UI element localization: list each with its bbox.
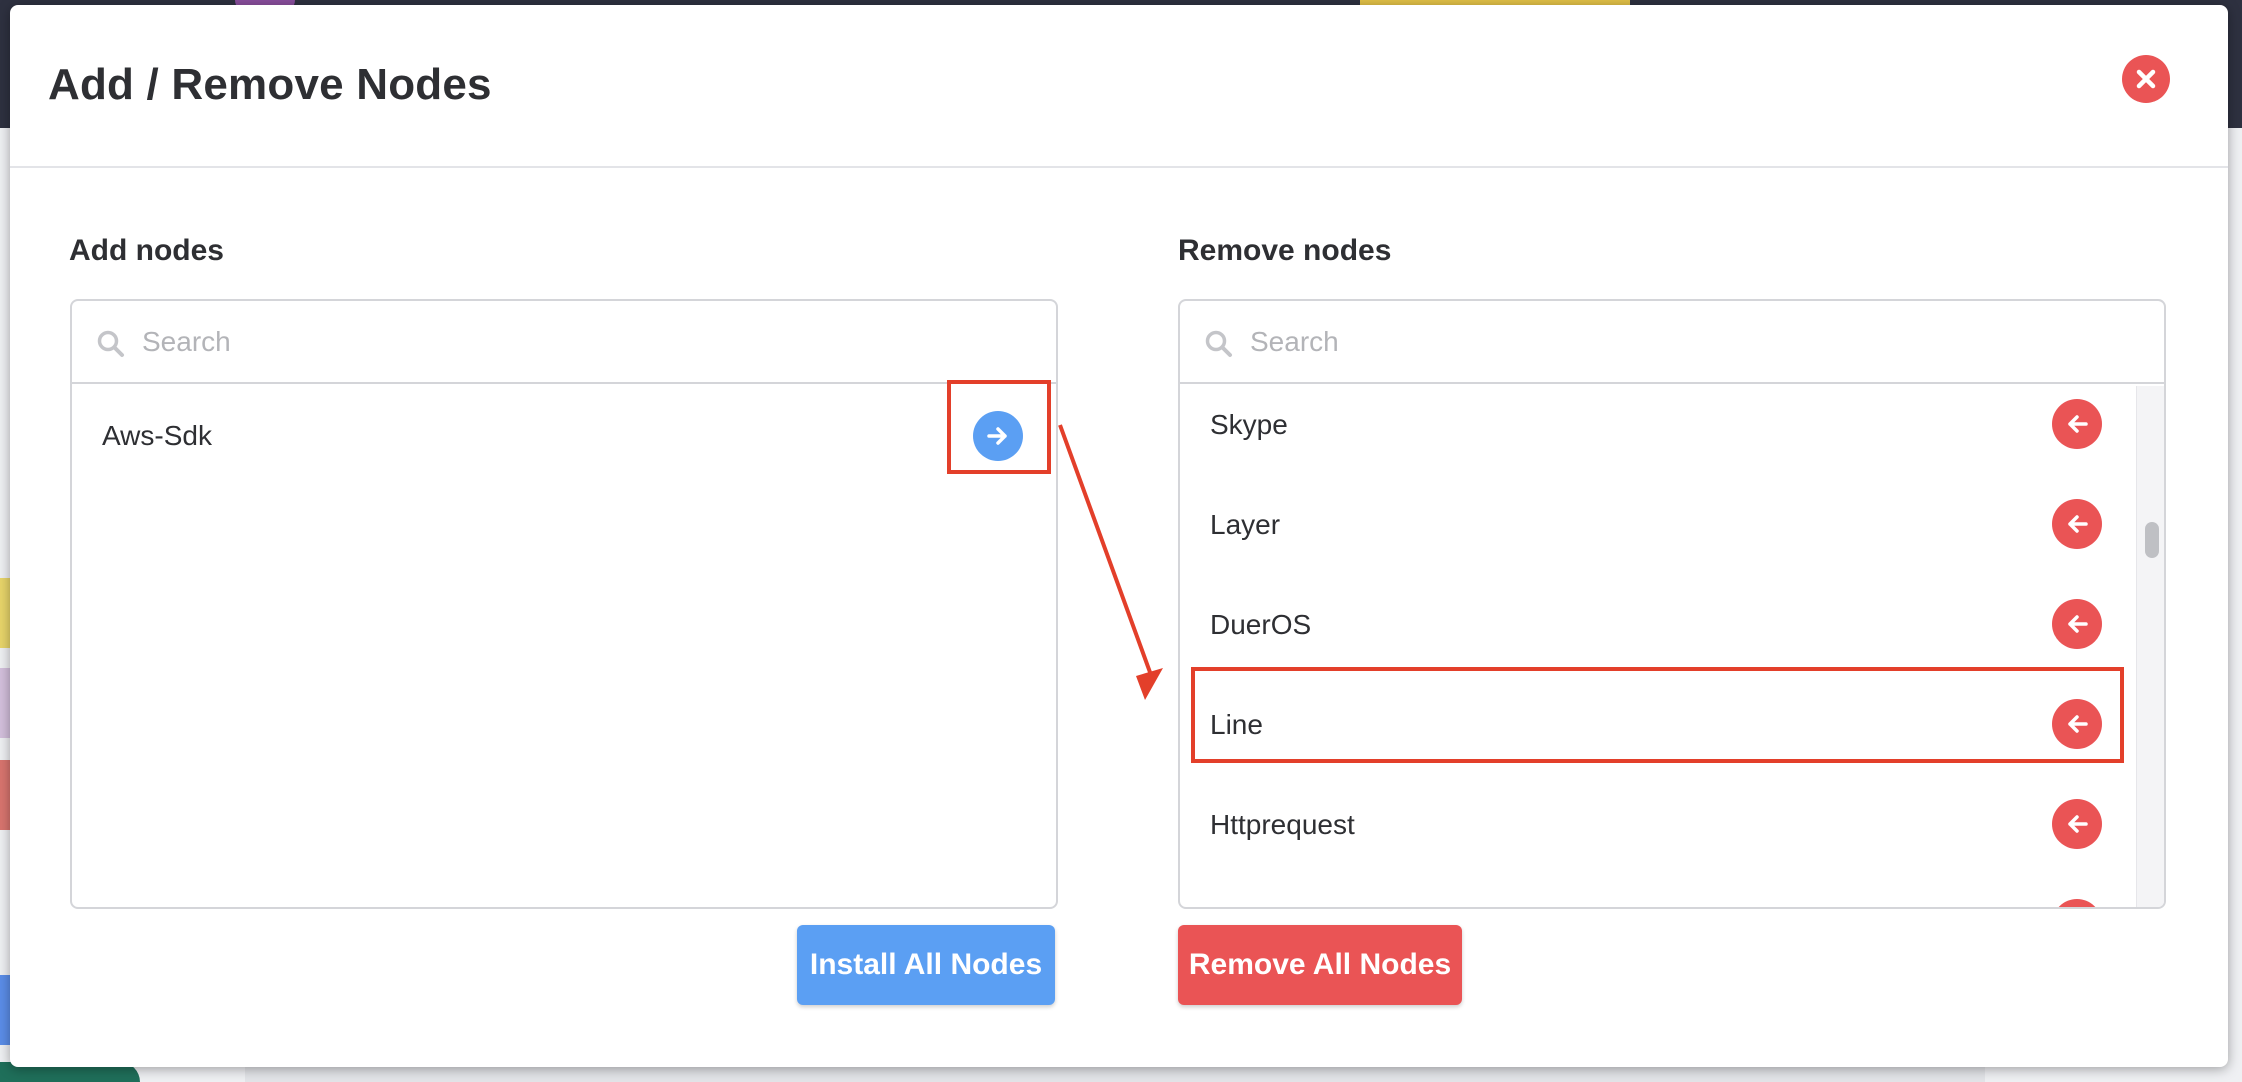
- add-nodes-panel: Aws-Sdk: [70, 299, 1058, 909]
- annotation-highlight-line-row: [1191, 667, 2124, 763]
- list-item: Aws-Sdk: [72, 386, 1056, 486]
- annotation-highlight-add-button: [947, 380, 1051, 474]
- list-item: Skype: [1180, 386, 2164, 475]
- remove-nodes-label: Remove nodes: [1178, 234, 1392, 267]
- remove-node-button[interactable]: [2052, 899, 2102, 907]
- modal-title: Add / Remove Nodes: [48, 60, 492, 109]
- remove-node-button[interactable]: [2052, 799, 2102, 849]
- remove-nodes-panel: Skype Layer DuerOS Line: [1178, 299, 2166, 909]
- list-item-label: Layer: [1210, 509, 1281, 540]
- close-button[interactable]: [2122, 55, 2170, 103]
- add-nodes-label: Add nodes: [69, 234, 224, 267]
- list-item: Layer: [1180, 475, 2164, 575]
- modal-header: Add / Remove Nodes: [10, 5, 2228, 168]
- add-nodes-list: Aws-Sdk: [72, 386, 1056, 907]
- remove-all-nodes-button[interactable]: Remove All Nodes: [1178, 925, 1462, 1005]
- arrow-left-icon: [2068, 815, 2088, 833]
- arrow-left-icon: [2068, 615, 2088, 633]
- remove-list-scrollbar[interactable]: [2136, 386, 2164, 907]
- remove-node-button[interactable]: [2052, 599, 2102, 649]
- background-node-strip: [0, 975, 10, 1045]
- remove-node-button[interactable]: [2052, 499, 2102, 549]
- list-item: Httprequest: [1180, 775, 2164, 875]
- list-item-label: Skype: [1210, 409, 1288, 440]
- arrow-left-icon: [2068, 415, 2088, 433]
- search-icon: [1205, 330, 1232, 357]
- remove-nodes-list: Skype Layer DuerOS Line Httprequest: [1180, 386, 2164, 907]
- remove-nodes-search-input[interactable]: [1250, 313, 2130, 371]
- background-node-strip: [0, 668, 10, 738]
- list-item-label: Httprequest: [1210, 809, 1355, 840]
- close-x-icon: [2136, 69, 2156, 89]
- remove-node-button[interactable]: [2052, 399, 2102, 449]
- install-all-nodes-button[interactable]: Install All Nodes: [797, 925, 1055, 1005]
- list-item-label: DuerOS: [1210, 609, 1312, 640]
- search-icon: [97, 330, 124, 357]
- add-nodes-search-input[interactable]: [142, 313, 1022, 371]
- background-node-strip: [0, 760, 10, 830]
- list-item-label: Aws-Sdk: [102, 420, 212, 451]
- list-item-partial: [1180, 875, 2164, 907]
- scrollbar-thumb[interactable]: [2145, 522, 2159, 558]
- add-remove-nodes-modal: Add / Remove Nodes Add nodes Aws-Sdk: [10, 5, 2228, 1067]
- arrow-left-icon: [2068, 515, 2088, 533]
- background-node-strip: [0, 578, 10, 648]
- list-item: DuerOS: [1180, 575, 2164, 675]
- add-nodes-search: [72, 301, 1056, 384]
- remove-nodes-search: [1180, 301, 2164, 384]
